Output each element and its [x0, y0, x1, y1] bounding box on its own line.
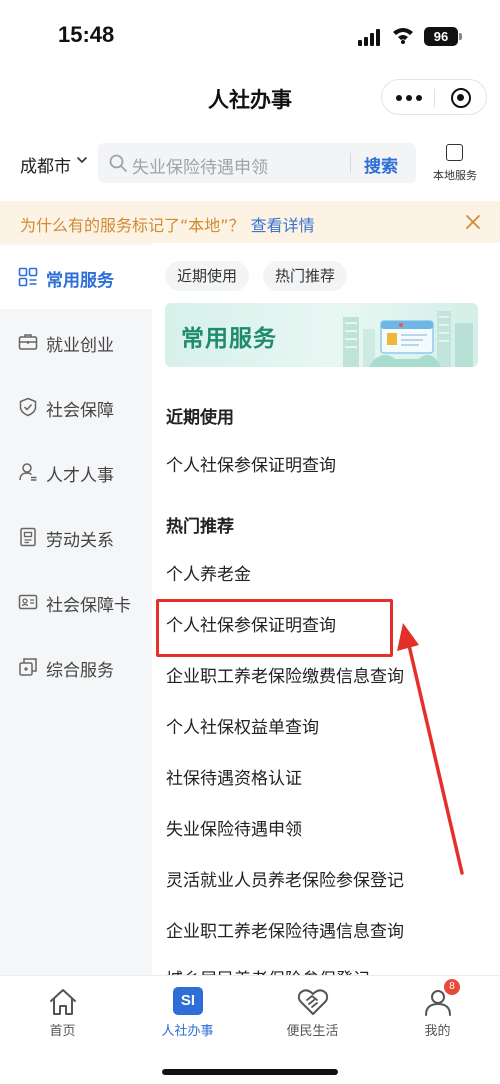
search-button[interactable]: 搜索: [364, 152, 398, 177]
shield-icon: [19, 397, 37, 417]
search-input[interactable]: 失业保险待遇申领 搜索: [98, 143, 416, 183]
service-item[interactable]: 个人社保参保证明查询: [166, 451, 336, 476]
capsule-divider: [434, 89, 435, 107]
hero-banner: 常用服务: [165, 303, 478, 367]
tab-hr-services[interactable]: SI 人社办事: [125, 976, 250, 1046]
sidebar-item-labor-relations[interactable]: 劳动关系: [0, 505, 152, 569]
sidebar-item-comprehensive[interactable]: 综合服务: [0, 635, 152, 699]
status-time: 15:48: [58, 22, 115, 47]
banner-text: 为什么有的服务标记了“本地”？ 查看详情: [20, 212, 315, 236]
handshake-icon: [297, 989, 329, 1015]
status-bar: 15:48 96: [0, 0, 500, 66]
local-service-checkbox[interactable]: [446, 144, 463, 161]
sidebar-item-label: 人才人事: [46, 466, 114, 486]
id-card-icon: [18, 594, 38, 610]
search-divider: [350, 153, 351, 173]
sidebar-item-label: 劳动关系: [46, 531, 114, 551]
search-placeholder: 失业保险待遇申领: [132, 158, 268, 178]
tab-label: 人社办事: [161, 1024, 214, 1039]
chip-popular[interactable]: 热门推荐: [263, 261, 348, 291]
sidebar-item-talent-personnel[interactable]: 人才人事: [0, 440, 152, 504]
sidebar-item-common-services[interactable]: 常用服务: [0, 245, 152, 309]
service-item[interactable]: 企业职工养老保险缴费信息查询: [166, 662, 404, 687]
banner-details-link[interactable]: 查看详情: [251, 216, 315, 235]
local-service-label: 本地服务: [433, 169, 477, 182]
search-row: 成都市 失业保险待遇申领 搜索 本地服务: [0, 140, 500, 186]
battery-indicator: 96: [424, 27, 458, 46]
more-icon[interactable]: [396, 95, 422, 101]
miniprogram-capsule: [381, 79, 487, 115]
category-sidebar: 常用服务 就业创业 社会保障 人才人事 劳动关系 社会保障卡 综合服务: [0, 243, 152, 975]
info-banner: 为什么有的服务标记了“本地”？ 查看详情: [0, 201, 500, 243]
sidebar-item-social-security-card[interactable]: 社会保障卡: [0, 570, 152, 634]
briefcase-icon: [18, 334, 38, 350]
sidebar-item-label: 社会保障: [46, 401, 114, 421]
sidebar-item-social-security[interactable]: 社会保障: [0, 375, 152, 439]
close-miniprogram-icon[interactable]: [451, 88, 471, 108]
city-card-illustration: [343, 311, 473, 367]
section-heading-recent: 近期使用: [166, 408, 234, 428]
city-selector[interactable]: 成都市: [20, 152, 71, 177]
notification-badge: 8: [444, 979, 460, 995]
service-item[interactable]: 企业职工养老保险待遇信息查询: [166, 917, 404, 942]
home-icon: [50, 989, 76, 1015]
sidebar-item-employment[interactable]: 就业创业: [0, 310, 152, 374]
service-item[interactable]: 个人社保权益单查询: [166, 713, 319, 738]
service-item[interactable]: 灵活就业人员养老保险参保登记: [166, 866, 404, 891]
cellular-signal-icon: [358, 28, 384, 46]
close-icon[interactable]: [464, 213, 482, 231]
battery-tip: [459, 33, 462, 40]
sidebar-item-label: 社会保障卡: [46, 596, 131, 616]
stack-icon: [19, 658, 37, 676]
grid-icon: [18, 267, 38, 287]
local-service-toggle[interactable]: 本地服务: [428, 142, 482, 186]
service-item[interactable]: 社保待遇资格认证: [166, 764, 302, 789]
person-icon: [19, 463, 37, 481]
tab-label: 首页: [49, 1024, 76, 1039]
service-item[interactable]: 失业保险待遇申领: [166, 815, 302, 840]
sidebar-item-label: 就业创业: [46, 336, 114, 356]
si-icon: SI: [173, 987, 203, 1015]
navigation-bar: 人社办事: [0, 66, 500, 128]
tab-home[interactable]: 首页: [0, 976, 125, 1046]
banner-question: 为什么有的服务标记了“本地”？: [20, 216, 245, 235]
chevron-down-icon[interactable]: [76, 154, 88, 166]
home-indicator: [162, 1069, 338, 1075]
sidebar-item-label: 综合服务: [46, 661, 114, 681]
bottom-tab-bar: 首页 SI 人社办事 便民生活 8 我的: [0, 975, 500, 1084]
sidebar-item-label: 常用服务: [46, 271, 114, 291]
document-icon: [20, 527, 36, 547]
annotation-highlight-box: [156, 599, 393, 657]
search-icon: [109, 154, 127, 172]
tab-mine[interactable]: 8 我的: [375, 976, 500, 1046]
hero-title: 常用服务: [181, 326, 277, 352]
tab-label: 便民生活: [286, 1024, 339, 1039]
tab-label: 我的: [424, 1024, 451, 1039]
service-item[interactable]: 城乡居民养老保险参保登记: [166, 965, 370, 975]
annotation-arrow: [397, 623, 464, 875]
chip-recent[interactable]: 近期使用: [165, 261, 250, 291]
service-item[interactable]: 个人养老金: [166, 560, 251, 585]
tab-convenience-life[interactable]: 便民生活: [250, 976, 375, 1046]
wifi-icon: [393, 28, 413, 44]
section-heading-popular: 热门推荐: [166, 517, 234, 537]
